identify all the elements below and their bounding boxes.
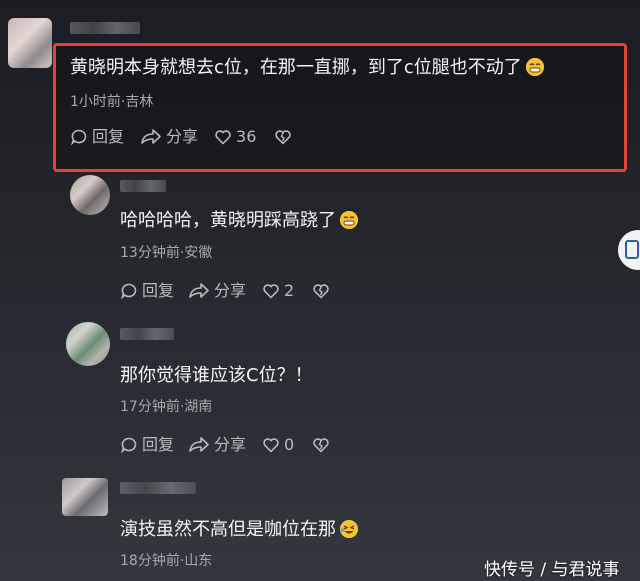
dislike-button[interactable] — [312, 436, 330, 454]
comment-meta: 1小时前·吉林 — [70, 94, 154, 110]
avatar[interactable] — [70, 175, 110, 215]
share-button[interactable]: 分享 — [188, 282, 246, 300]
username[interactable] — [120, 482, 196, 494]
broken-heart-icon — [275, 130, 292, 145]
reply-label: 回复 — [142, 281, 175, 300]
heart-icon — [263, 284, 279, 299]
like-count: 2 — [284, 281, 295, 300]
share-label: 分享 — [166, 127, 199, 146]
dislike-button[interactable] — [274, 128, 292, 146]
watermark: 快传号 / 与君说事 — [484, 560, 620, 580]
grin-emoji-icon — [525, 58, 544, 76]
reply-bubble-icon — [120, 283, 137, 300]
comment-text-content: 演技虽然不高但是咖位在那 — [120, 519, 336, 540]
dislike-button[interactable] — [312, 282, 330, 300]
share-arrow-icon — [189, 437, 209, 452]
comment-text: 黄晓明本身就想去c位，在那一直挪，到了c位腿也不动了 — [70, 57, 544, 79]
heart-icon — [215, 130, 231, 145]
share-arrow-icon — [141, 129, 161, 144]
reply-button[interactable]: 回复 — [70, 128, 124, 146]
reply-bubble-icon — [120, 437, 137, 454]
share-label: 分享 — [214, 435, 247, 454]
like-count: 36 — [236, 127, 257, 146]
comment-text: 演技虽然不高但是咖位在那 — [120, 519, 358, 541]
heart-icon — [263, 438, 279, 453]
share-arrow-icon — [189, 283, 209, 298]
comment-text-content: 黄晓明本身就想去c位，在那一直挪，到了c位腿也不动了 — [70, 57, 522, 78]
share-button[interactable]: 分享 — [188, 436, 246, 454]
reply-bubble-icon — [70, 129, 87, 146]
comment-text: 那你觉得谁应该C位？！ — [120, 365, 313, 386]
like-button[interactable]: 0 — [262, 436, 294, 454]
reply-label: 回复 — [142, 435, 175, 454]
username[interactable] — [70, 22, 140, 34]
avatar[interactable] — [62, 478, 108, 516]
reply-label: 回复 — [92, 127, 125, 146]
comment-text-content: 哈哈哈哈，黄晓明踩高跷了 — [120, 210, 336, 231]
comment-meta: 18分钟前·山东 — [120, 553, 213, 569]
reply-button[interactable]: 回复 — [120, 282, 174, 300]
comment-meta: 17分钟前·湖南 — [120, 399, 213, 415]
grin-emoji-icon — [340, 211, 358, 229]
laugh-cry-emoji-icon — [340, 520, 358, 538]
comment-meta: 13分钟前·安徽 — [120, 245, 213, 261]
broken-heart-icon — [313, 438, 329, 453]
avatar[interactable] — [8, 18, 52, 68]
comment-actions: 回复 分享 0 — [120, 436, 330, 454]
document-icon — [625, 240, 639, 259]
share-button[interactable]: 分享 — [140, 128, 198, 146]
username[interactable] — [120, 180, 166, 192]
broken-heart-icon — [313, 284, 329, 299]
like-count: 0 — [284, 435, 295, 454]
side-float-button[interactable] — [618, 230, 640, 270]
share-label: 分享 — [214, 281, 247, 300]
like-button[interactable]: 2 — [262, 282, 294, 300]
comment-text: 哈哈哈哈，黄晓明踩高跷了 — [120, 210, 358, 232]
username[interactable] — [120, 328, 174, 340]
like-button[interactable]: 36 — [214, 128, 256, 146]
avatar[interactable] — [66, 322, 110, 366]
comment-actions: 回复 分享 36 — [70, 128, 292, 146]
reply-button[interactable]: 回复 — [120, 436, 174, 454]
comment-actions: 回复 分享 2 — [120, 282, 330, 300]
